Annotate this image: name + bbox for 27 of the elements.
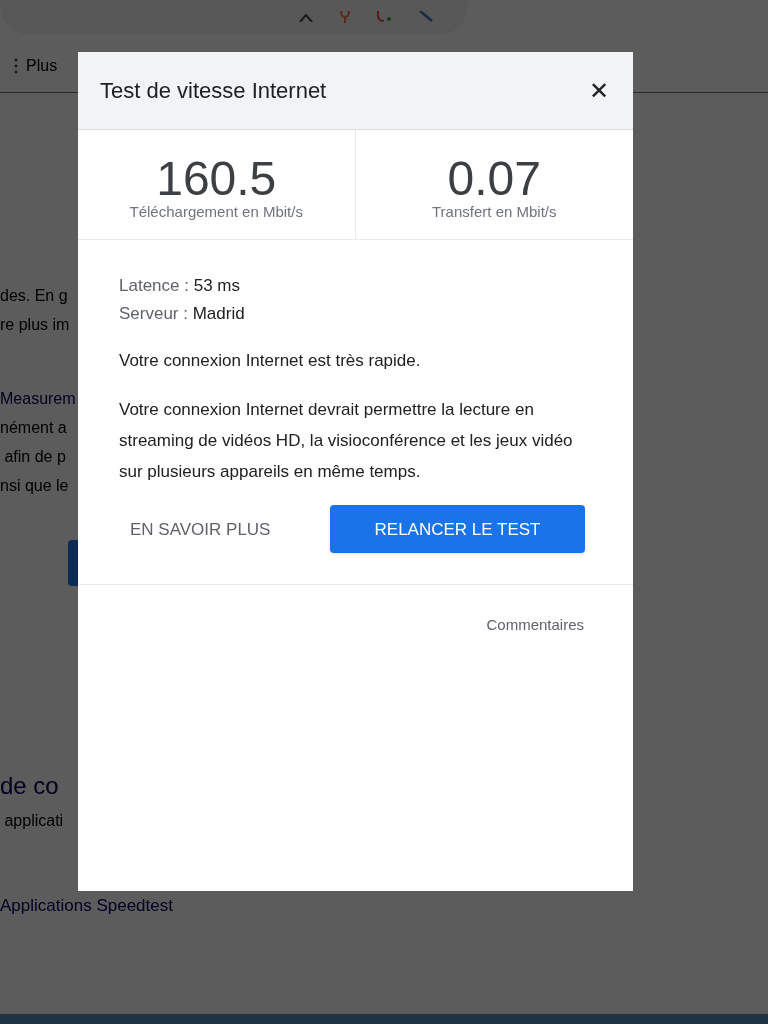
body-text: re plus im: [0, 315, 71, 335]
speed-value: 0.07: [447, 154, 541, 203]
dialog-title: Test de vitesse Internet: [100, 77, 327, 105]
close-button[interactable]: ✕: [589, 78, 609, 103]
body-text: nément a: [0, 418, 68, 438]
retest-button[interactable]: RELANCER LE TEST: [330, 505, 585, 554]
feedback-link[interactable]: Commentaires: [486, 614, 584, 637]
speed-label: Téléchargement en Mbit/s: [129, 202, 303, 221]
detail-label: Serveur :: [119, 303, 189, 325]
detail-value: Madrid: [192, 303, 245, 325]
link[interactable]: Measurem: [0, 384, 78, 413]
body-text: applicati: [3, 811, 65, 831]
body-text: nsi que le: [0, 476, 70, 496]
learn-more-button[interactable]: EN SAVOIR PLUS: [130, 504, 271, 554]
body-text: des. En g: [0, 286, 69, 306]
menu-label[interactable]: Plus: [26, 54, 58, 78]
more-icon[interactable]: [14, 58, 18, 74]
verdict-text: Votre connexion Internet est très rapide.: [119, 350, 422, 372]
section-heading: de co: [0, 771, 60, 801]
speed-label: Transfert en Mbit/s: [432, 202, 557, 221]
body-text: afin de p: [3, 447, 67, 467]
link[interactable]: Applications Speedtest: [0, 893, 173, 919]
speed-value: 160.5: [156, 154, 277, 203]
description-text: Votre connexion Internet devrait permettre la lecture en streaming de vidéos HD, la visioconférence et les jeux vidéo sur plusieurs appareils en même temps.: [119, 398, 574, 483]
detail-label: Latence :: [119, 275, 190, 297]
clear-icon[interactable]: [298, 12, 314, 22]
detail-value: 53 ms: [193, 275, 240, 297]
